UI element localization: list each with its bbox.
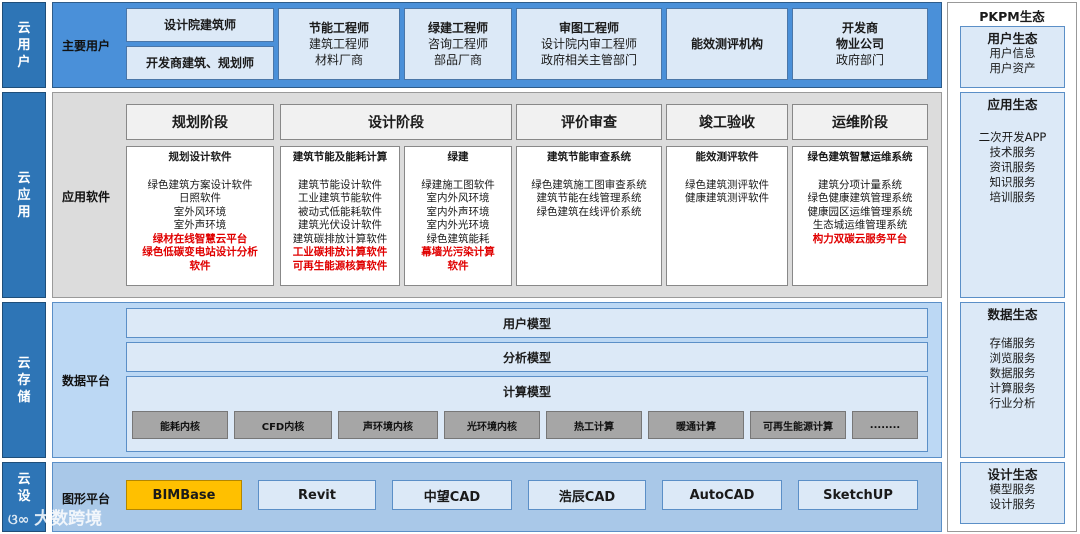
software-green: 绿建 绿建施工图软件 室内外风环境 室内外声环境 室内外光环境 绿色建筑能耗 幕…	[404, 146, 512, 286]
kernel-thermal: 热工计算	[546, 411, 642, 439]
user-box-energy-engineer: 节能工程师 建筑工程师 材料厂商	[278, 8, 400, 80]
kernel-renewable: 可再生能源计算	[750, 411, 846, 439]
eco-user: 用户生态 用户信息 用户资产	[960, 26, 1065, 88]
software-energy: 建筑节能及能耗计算 建筑节能设计软件 工业建筑节能软件 被动式低能耗软件 建筑光…	[280, 146, 400, 286]
software-review: 建筑节能审查系统 绿色建筑施工图审查系统 建筑节能在线管理系统 绿色建筑在线评价…	[516, 146, 662, 286]
platform-gstarcad: 浩辰CAD	[528, 480, 646, 510]
kernel-acoustic: 声环境内核	[338, 411, 438, 439]
kernel-more: ........	[852, 411, 918, 439]
model-analysis: 分析模型	[126, 342, 928, 372]
data-platform-label: 数据平台	[62, 374, 111, 388]
watermark: ଓ∞ 大数跨境	[8, 509, 103, 529]
eco-app: 应用生态 二次开发APP 技术服务 资讯服务 知识服务 培训服务	[960, 92, 1065, 298]
kernel-energy: 能耗内核	[132, 411, 228, 439]
platform-sketchup: SketchUP	[798, 480, 918, 510]
software-efficiency: 能效测评软件 绿色建筑测评软件 健康建筑测评软件	[666, 146, 788, 286]
layer-label-cloud-apps: 云应用	[2, 92, 46, 298]
watermark-logo-icon: ଓ∞	[8, 512, 35, 528]
layer-label-cloud-users: 云用户	[2, 2, 46, 88]
software-operation: 绿色建筑智慧运维系统 建筑分项计量系统 绿色健康建筑管理系统 健康园区运维管理系…	[792, 146, 928, 286]
user-box-architect: 设计院建筑师	[126, 8, 274, 42]
user-box-developer-planner: 开发商建筑、规划师	[126, 46, 274, 80]
platform-revit: Revit	[258, 480, 376, 510]
user-box-green-engineer: 绿建工程师 咨询工程师 部品厂商	[404, 8, 512, 80]
platform-bimbase: BIMBase	[126, 480, 242, 510]
stage-operation: 运维阶段	[792, 104, 928, 140]
stage-review: 评价审查	[516, 104, 662, 140]
platform-zwcad: 中望CAD	[392, 480, 512, 510]
user-box-review-engineer: 审图工程师 设计院内审工程师 政府相关主管部门	[516, 8, 662, 80]
layer-label-cloud-storage: 云存储	[2, 302, 46, 458]
eco-design: 设计生态 模型服务 设计服务	[960, 462, 1065, 524]
users-label: 主要用户	[62, 39, 111, 53]
software-planning: 规划设计软件 绿色建筑方案设计软件 日照软件 室外风环境 室外声环境 绿材在线智…	[126, 146, 274, 286]
kernel-hvac: 暖通计算	[648, 411, 744, 439]
apps-label: 应用软件	[62, 190, 111, 204]
user-box-efficiency-agency: 能效测评机构	[666, 8, 788, 80]
stage-acceptance: 竣工验收	[666, 104, 788, 140]
ecosystem-title: PKPM生态	[979, 9, 1045, 24]
kernel-cfd: CFD内核	[234, 411, 332, 439]
eco-data: 数据生态 存储服务 浏览服务 数据服务 计算服务 行业分析	[960, 302, 1065, 458]
kernel-light: 光环境内核	[444, 411, 540, 439]
stage-planning: 规划阶段	[126, 104, 274, 140]
platform-autocad: AutoCAD	[662, 480, 782, 510]
model-user: 用户模型	[126, 308, 928, 338]
stage-design: 设计阶段	[280, 104, 512, 140]
user-box-developer-property: 开发商 物业公司 政府部门	[792, 8, 928, 80]
